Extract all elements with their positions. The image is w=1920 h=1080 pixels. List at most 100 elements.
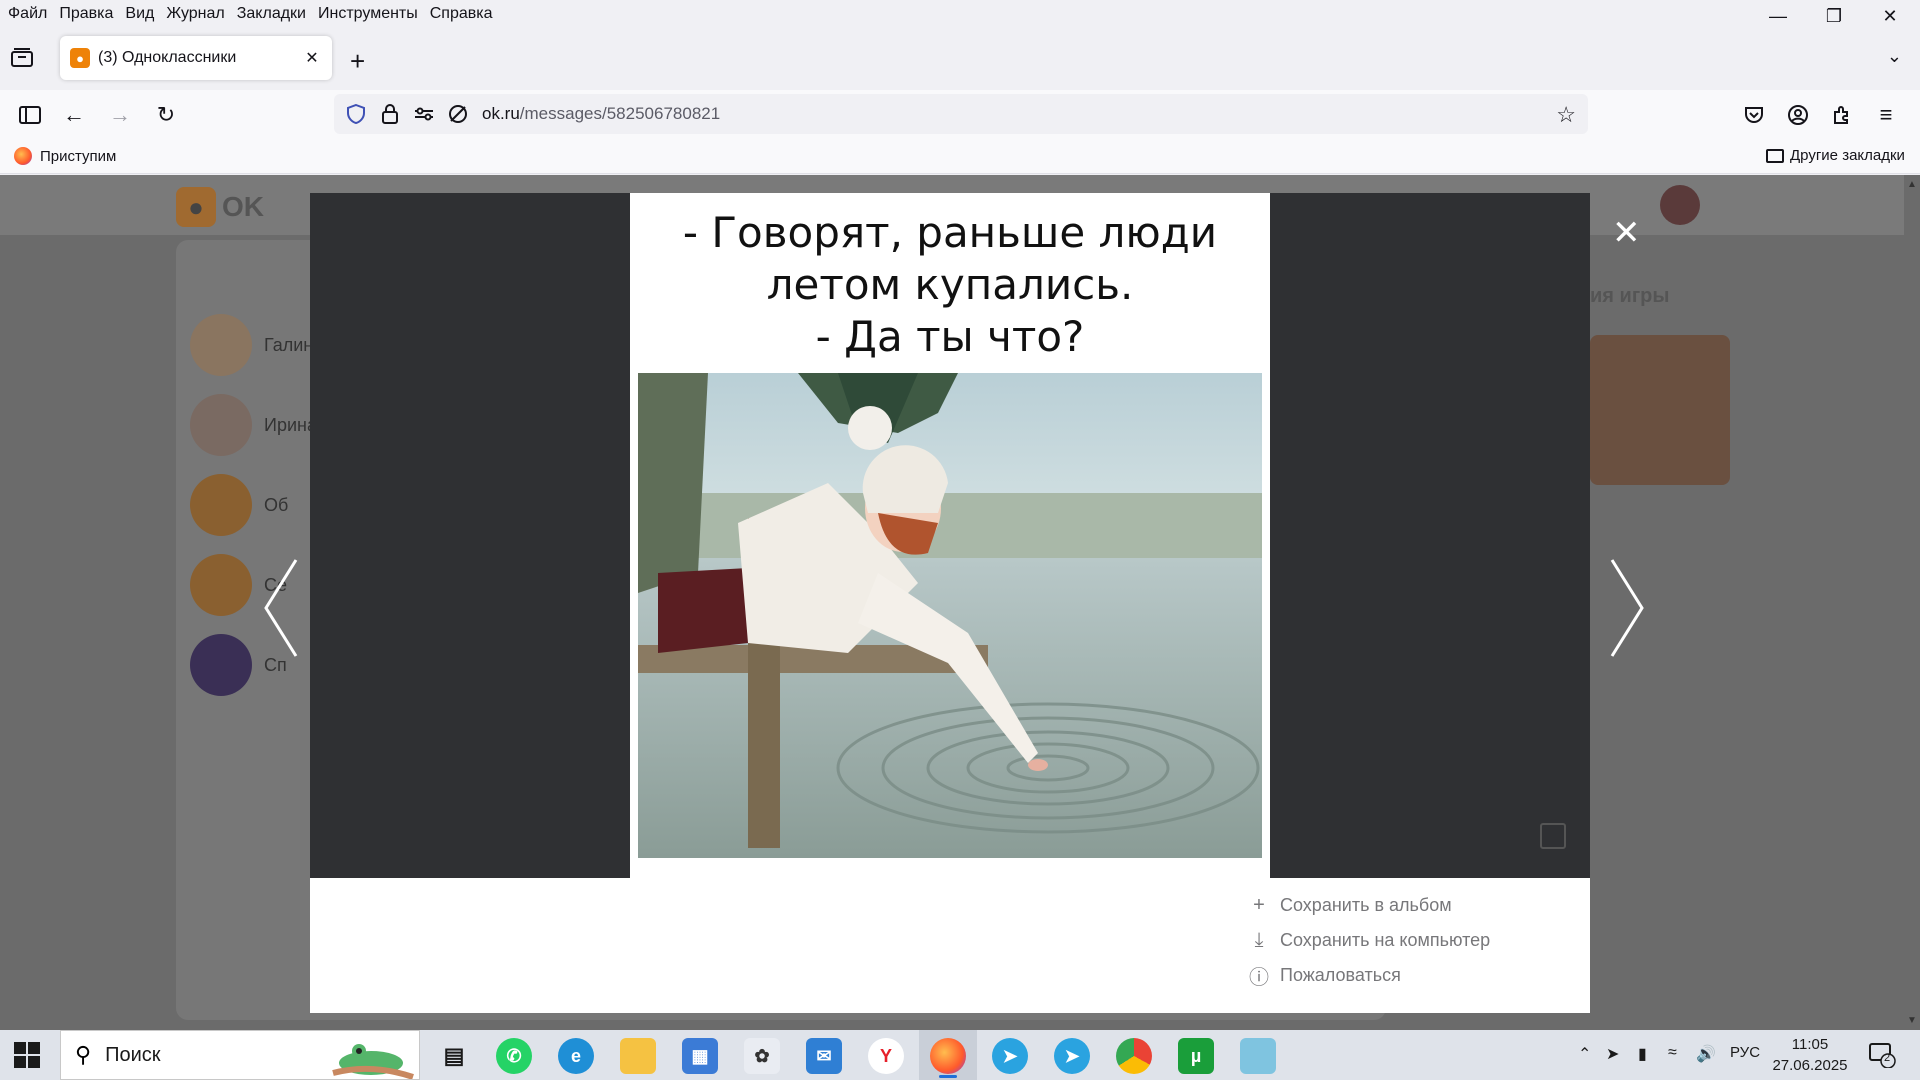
extensions-icon[interactable] — [1826, 100, 1858, 130]
web-page: ● OK Галин Ирина Об Се Сп ия игры - Гово… — [0, 175, 1920, 1030]
bookmark-star-icon[interactable]: ☆ — [1556, 102, 1576, 128]
permissions-icon[interactable] — [412, 102, 436, 126]
other-bookmarks[interactable]: Другие закладки — [1766, 147, 1905, 164]
url-bar[interactable]: ok.ru/messages/582506780821 ☆ — [334, 94, 1588, 134]
taskbar: ⚲ Поиск ▤ ✆ e ▦ ✿ ✉ Y ➤ ➤ µ ⌃ ➤ ▮ ≈ 🔊 РУ… — [0, 1030, 1920, 1080]
report-button[interactable]: ⓘ Пожаловаться — [1248, 964, 1401, 989]
menu-file[interactable]: Файл — [8, 5, 47, 23]
sidebar-toggle-icon[interactable] — [14, 100, 46, 130]
ok-logo-icon[interactable]: ● — [176, 187, 216, 227]
scroll-up-icon[interactable]: ▲ — [1906, 179, 1918, 190]
taskbar-clock[interactable]: 11:05 27.06.2025 — [1760, 1034, 1860, 1076]
telegram-icon[interactable]: ➤ — [1054, 1038, 1090, 1074]
firefox-icon[interactable] — [930, 1038, 966, 1074]
close-tab-icon[interactable]: ✕ — [300, 46, 324, 70]
action-label: Сохранить на компьютер — [1280, 929, 1491, 950]
user-avatar[interactable] — [1660, 185, 1700, 225]
store-icon[interactable]: ▦ — [682, 1038, 718, 1074]
action-label: Пожаловаться — [1280, 964, 1401, 985]
avatar — [190, 314, 252, 376]
wifi-icon[interactable]: ≈ — [1668, 1044, 1677, 1062]
bookmark-getting-started[interactable]: Приступим — [14, 147, 116, 165]
tracking-blocked-icon[interactable] — [446, 102, 470, 126]
download-icon: ⤓ — [1254, 928, 1264, 951]
menu-bar: Файл Правка Вид Журнал Закладки Инструме… — [0, 0, 1920, 28]
utorrent-icon[interactable]: µ — [1178, 1038, 1214, 1074]
notepad-icon[interactable] — [1240, 1038, 1276, 1074]
notification-count: 2 — [1884, 1052, 1891, 1064]
forward-arrow-icon[interactable]: → — [104, 100, 136, 130]
lock-icon[interactable] — [378, 102, 402, 126]
tab-bar: ● (3) Одноклассники ✕ + ⌄ — [0, 28, 1920, 90]
ok-logo-text[interactable]: OK — [222, 191, 264, 223]
show-hidden-icons-icon[interactable]: ⌃ — [1578, 1044, 1591, 1064]
file-explorer-icon[interactable] — [620, 1038, 656, 1074]
games-section-title: ия игры — [1590, 285, 1670, 307]
bookmark-label: Приступим — [40, 147, 117, 165]
meme-image[interactable]: - Говорят, раньше люди летом купались. -… — [630, 193, 1270, 878]
tab-odnoklassniki[interactable]: ● (3) Одноклассники ✕ — [60, 36, 332, 80]
save-to-album-button[interactable]: + Сохранить в альбом — [1248, 893, 1452, 916]
painting-illustration — [638, 373, 1262, 858]
whatsapp-icon[interactable]: ✆ — [496, 1038, 532, 1074]
chrome-icon[interactable] — [1116, 1038, 1152, 1074]
pocket-icon[interactable] — [1738, 100, 1770, 130]
task-view-icon[interactable]: ▤ — [436, 1038, 472, 1074]
menu-help[interactable]: Справка — [430, 5, 493, 23]
next-photo-arrow-icon[interactable] — [1606, 558, 1646, 658]
search-placeholder: Поиск — [105, 1043, 161, 1066]
chat-name: Об — [264, 494, 289, 515]
previous-photo-arrow-icon[interactable] — [262, 558, 302, 658]
avatar — [190, 474, 252, 536]
bookmarks-bar: Приступим Другие закладки — [0, 140, 1920, 174]
action-label: Сохранить в альбом — [1280, 894, 1452, 915]
account-icon[interactable] — [1782, 100, 1814, 130]
save-to-computer-button[interactable]: ⤓ Сохранить на компьютер — [1248, 928, 1491, 951]
navigation-bar: ← → ↻ ok.ru/messages/582506780821 ☆ ≡ — [0, 90, 1920, 140]
url-host: ok.ru — [482, 104, 520, 123]
url-path: /messages/582506780821 — [519, 104, 721, 123]
chevron-down-icon[interactable]: ⌄ — [1887, 46, 1902, 67]
caption-line: летом купались. — [766, 260, 1134, 309]
menu-edit[interactable]: Правка — [59, 5, 113, 23]
search-icon: ⚲ — [75, 1042, 92, 1067]
photo-stage: - Говорят, раньше люди летом купались. -… — [310, 193, 1590, 878]
input-language[interactable]: РУС — [1730, 1044, 1760, 1061]
back-arrow-icon[interactable]: ← — [58, 100, 90, 130]
photo-viewer: - Говорят, раньше люди летом купались. -… — [264, 193, 1644, 1013]
scroll-down-icon[interactable]: ▼ — [1906, 1015, 1918, 1026]
avatar — [190, 554, 252, 616]
menu-view[interactable]: Вид — [125, 5, 154, 23]
shield-icon[interactable] — [344, 102, 368, 126]
tab-list-icon[interactable] — [10, 46, 40, 74]
volume-icon[interactable]: 🔊 — [1696, 1044, 1716, 1064]
battery-icon[interactable]: ▮ — [1638, 1044, 1647, 1064]
info-icon: ⓘ — [1249, 966, 1269, 989]
edge-icon[interactable]: e — [558, 1038, 594, 1074]
url-text[interactable]: ok.ru/messages/582506780821 — [482, 104, 720, 124]
menu-bookmarks[interactable]: Закладки — [237, 5, 306, 23]
yandex-icon[interactable]: Y — [868, 1038, 904, 1074]
page-scrollbar[interactable]: ▲ ▼ — [1904, 175, 1920, 1030]
fullscreen-icon[interactable] — [1540, 823, 1566, 849]
paint-icon[interactable]: ✿ — [744, 1038, 780, 1074]
close-viewer-icon[interactable]: ✕ — [1612, 213, 1641, 253]
chat-name: Галин — [264, 334, 314, 355]
menu-history[interactable]: Журнал — [166, 5, 224, 23]
telegram-icon[interactable]: ➤ — [992, 1038, 1028, 1074]
taskbar-search[interactable]: ⚲ Поиск — [60, 1030, 420, 1080]
avatar — [190, 634, 252, 696]
game-thumbnail[interactable] — [1590, 335, 1730, 485]
plus-icon: + — [1253, 893, 1265, 916]
notification-center-icon[interactable]: 2 — [1868, 1042, 1896, 1069]
new-tab-plus-icon[interactable]: + — [350, 46, 365, 77]
clock-date: 27.06.2025 — [1772, 1057, 1848, 1074]
windows-start-icon[interactable] — [14, 1042, 40, 1068]
frog-illustration — [332, 1044, 414, 1079]
outlook-icon[interactable]: ✉ — [806, 1038, 842, 1074]
hamburger-menu-icon[interactable]: ≡ — [1870, 100, 1902, 130]
reload-icon[interactable]: ↻ — [150, 100, 182, 130]
menu-tools[interactable]: Инструменты — [318, 5, 418, 23]
ok-logo-icon: ● — [70, 48, 90, 68]
telegram-tray-icon[interactable]: ➤ — [1606, 1044, 1619, 1064]
